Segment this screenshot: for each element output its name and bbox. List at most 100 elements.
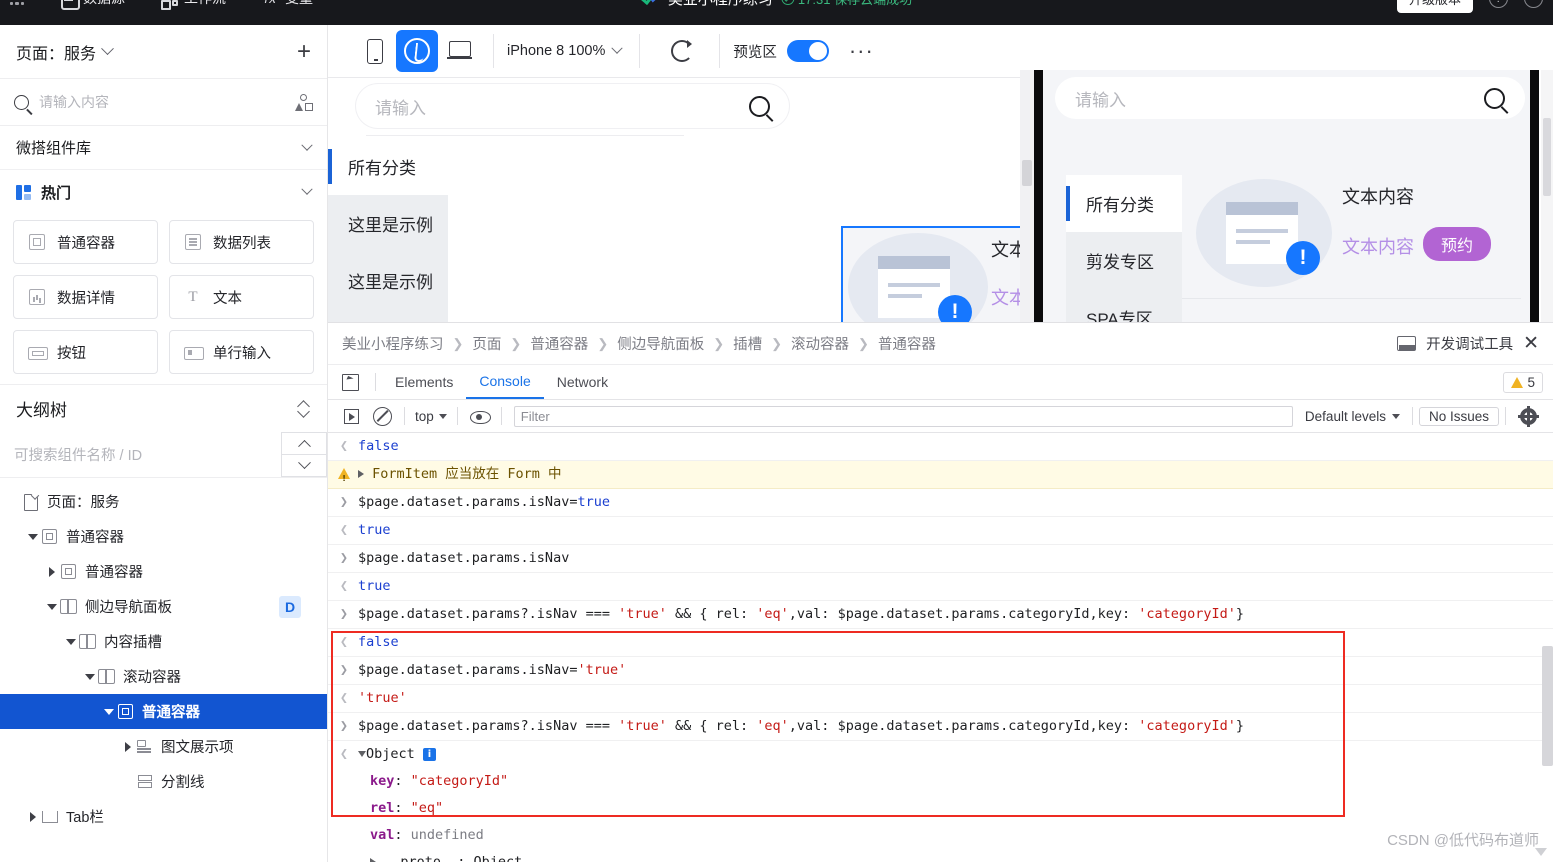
component-item-input[interactable]: 单行输入 (169, 330, 314, 374)
console-line[interactable]: ❯ $page.dataset.params?.isNav === 'true' … (328, 601, 1553, 629)
console-object-property[interactable]: __proto__: Object (328, 849, 1553, 862)
component-picker-icon[interactable] (295, 93, 313, 111)
avatar[interactable] (1524, 0, 1543, 8)
live-expression-icon[interactable] (469, 407, 491, 426)
tree-caret-down-icon[interactable] (44, 603, 60, 610)
console-line[interactable]: ❮ 'true' (328, 685, 1553, 713)
canvas-nav-item[interactable]: 所有分类 (328, 138, 448, 195)
console-line[interactable]: FormItem 应当放在 Form 中 (328, 461, 1553, 489)
info-icon[interactable]: i (422, 747, 436, 761)
console-object-property[interactable]: rel: "eq" (328, 795, 1553, 822)
help-icon[interactable]: ? (1489, 0, 1508, 8)
execute-icon[interactable] (342, 407, 361, 426)
grid-menu-icon[interactable] (10, 0, 24, 5)
console-line[interactable]: ❯ $page.dataset.params.isNav='true' (328, 657, 1553, 685)
breadcrumb-item[interactable]: 普通容器 (878, 333, 936, 354)
tree-node[interactable]: 页面：服务 (0, 484, 327, 519)
console-object-value[interactable]: Object i (358, 746, 436, 763)
console-scrollbar-thumb[interactable] (1542, 646, 1553, 766)
tab-network[interactable]: Network (544, 365, 621, 399)
expand-collapse-icon[interactable] (297, 399, 311, 419)
tree-caret-right-icon[interactable] (120, 741, 136, 752)
console-line[interactable]: ❯ $page.dataset.params?.isNav === 'true' … (328, 713, 1553, 741)
tree-node[interactable]: 普通容器 (0, 694, 327, 729)
filter-input[interactable]: Filter (513, 405, 1293, 427)
tab-elements[interactable]: Elements (382, 365, 466, 399)
component-item-text[interactable]: T 文本 (169, 275, 314, 319)
selected-component-card[interactable]: ! 文本内容 文本内容 预约 (841, 226, 1020, 322)
console-object-property[interactable]: key: "categoryId" (328, 768, 1553, 795)
component-item-button[interactable]: 按钮 (13, 330, 158, 374)
component-item-data-list[interactable]: 数据列表 (169, 220, 314, 264)
component-item-container[interactable]: 普通容器 (13, 220, 158, 264)
tree-caret-down-icon[interactable] (25, 533, 41, 540)
preview-toggle[interactable] (786, 40, 829, 62)
hot-section[interactable]: 热门 (0, 170, 327, 214)
tree-node[interactable]: 普通容器 (0, 554, 327, 589)
console-line[interactable]: ❮ true (328, 573, 1553, 601)
tree-node[interactable]: 普通容器 (0, 519, 327, 554)
refresh-icon[interactable] (671, 40, 694, 62)
next-match-button[interactable] (281, 455, 327, 477)
canvas-nav-item[interactable]: 这里是示例 (328, 195, 448, 252)
canvas-nav-item[interactable]: 这里是示例 (328, 252, 448, 309)
breadcrumb-item[interactable]: 滚动容器 (791, 333, 849, 354)
close-icon[interactable]: ✕ (1523, 334, 1539, 353)
breadcrumb-item[interactable]: 美业小程序练习 (342, 333, 444, 354)
preview-search-field[interactable]: 请输入 (1055, 77, 1525, 119)
topbar-item-workflow[interactable]: 工作流 (161, 0, 226, 10)
preview-nav-item[interactable]: 所有分类 (1066, 175, 1182, 232)
console-line[interactable]: ❮ false (328, 433, 1553, 461)
scrollbar-thumb[interactable] (1543, 118, 1551, 196)
tree-caret-down-icon[interactable] (63, 638, 79, 645)
add-page-button[interactable]: + (297, 39, 311, 64)
page-selector[interactable]: 页面：服务 (16, 40, 114, 64)
preview-nav-item[interactable]: 剪发专区 (1066, 232, 1182, 289)
topbar-item-variable[interactable]: 𝑓𝑥 变量 (262, 0, 313, 8)
gear-icon[interactable] (1518, 405, 1539, 427)
page-scrollbar[interactable] (1541, 70, 1553, 322)
topbar-item-datasource[interactable]: 数据源 (60, 0, 125, 10)
warning-count-badge[interactable]: 5 (1503, 371, 1543, 393)
component-library-section[interactable]: 微搭组件库 (0, 126, 327, 170)
tree-node[interactable]: Tab栏 (0, 799, 327, 834)
search-input[interactable]: 请输入内容 (39, 92, 285, 112)
console-output[interactable]: ❮ false FormItem 应当放在 Form 中 ❯ $page.datase… (328, 433, 1553, 862)
preview-nav-item[interactable]: SPA专区 (1066, 289, 1182, 322)
upgrade-button[interactable]: 升级版本 (1396, 0, 1473, 13)
tab-console[interactable]: Console (466, 365, 544, 399)
console-line[interactable]: ❮ Object i (328, 741, 1553, 768)
scrollbar-thumb[interactable] (1022, 160, 1032, 186)
zoom-select[interactable]: iPhone 8 100% (507, 42, 624, 59)
tree-node[interactable]: 滚动容器 (0, 659, 327, 694)
breadcrumb-item[interactable]: 插槽 (733, 333, 762, 354)
console-line[interactable]: ❮ true (328, 517, 1553, 545)
issues-button[interactable]: No Issues (1418, 406, 1499, 426)
breadcrumb-item[interactable]: 普通容器 (530, 333, 588, 354)
tree-node[interactable]: 内容插槽 (0, 624, 327, 659)
console-line[interactable]: ❯ $page.dataset.params.isNav (328, 545, 1553, 573)
breadcrumb-item[interactable]: 侧边导航面板 (617, 333, 704, 354)
device-wechat-button[interactable] (396, 30, 438, 72)
canvas-search-field[interactable]: 请输入 (355, 83, 790, 129)
log-levels-select[interactable]: Default levels (1299, 409, 1406, 424)
breadcrumb-item[interactable]: 页面 (472, 333, 501, 354)
tree-caret-right-icon[interactable] (25, 811, 41, 822)
device-phone-button[interactable] (354, 30, 396, 72)
tree-node[interactable]: 侧边导航面板 D (0, 589, 327, 624)
dock-panel-icon[interactable] (1397, 336, 1417, 351)
tree-caret-down-icon[interactable] (101, 708, 117, 715)
tree-node[interactable]: 分割线 (0, 764, 327, 799)
clear-console-icon[interactable] (373, 406, 392, 426)
tree-search-input[interactable]: 可搜索组件名称 / ID (0, 432, 281, 477)
preview-scrollbar[interactable] (1020, 70, 1034, 322)
console-object-property[interactable]: val: undefined (328, 822, 1553, 849)
console-line[interactable]: ❮ false (328, 629, 1553, 657)
tree-node[interactable]: 图文展示项 (0, 729, 327, 764)
prev-match-button[interactable] (281, 432, 327, 455)
context-select[interactable]: top (411, 409, 451, 424)
preview-book-button[interactable]: 预约 (1422, 227, 1491, 261)
more-options-button[interactable]: ··· (849, 40, 874, 62)
device-desktop-button[interactable] (438, 30, 480, 72)
console-line[interactable]: ❯ $page.dataset.params.isNav=true (328, 489, 1553, 517)
